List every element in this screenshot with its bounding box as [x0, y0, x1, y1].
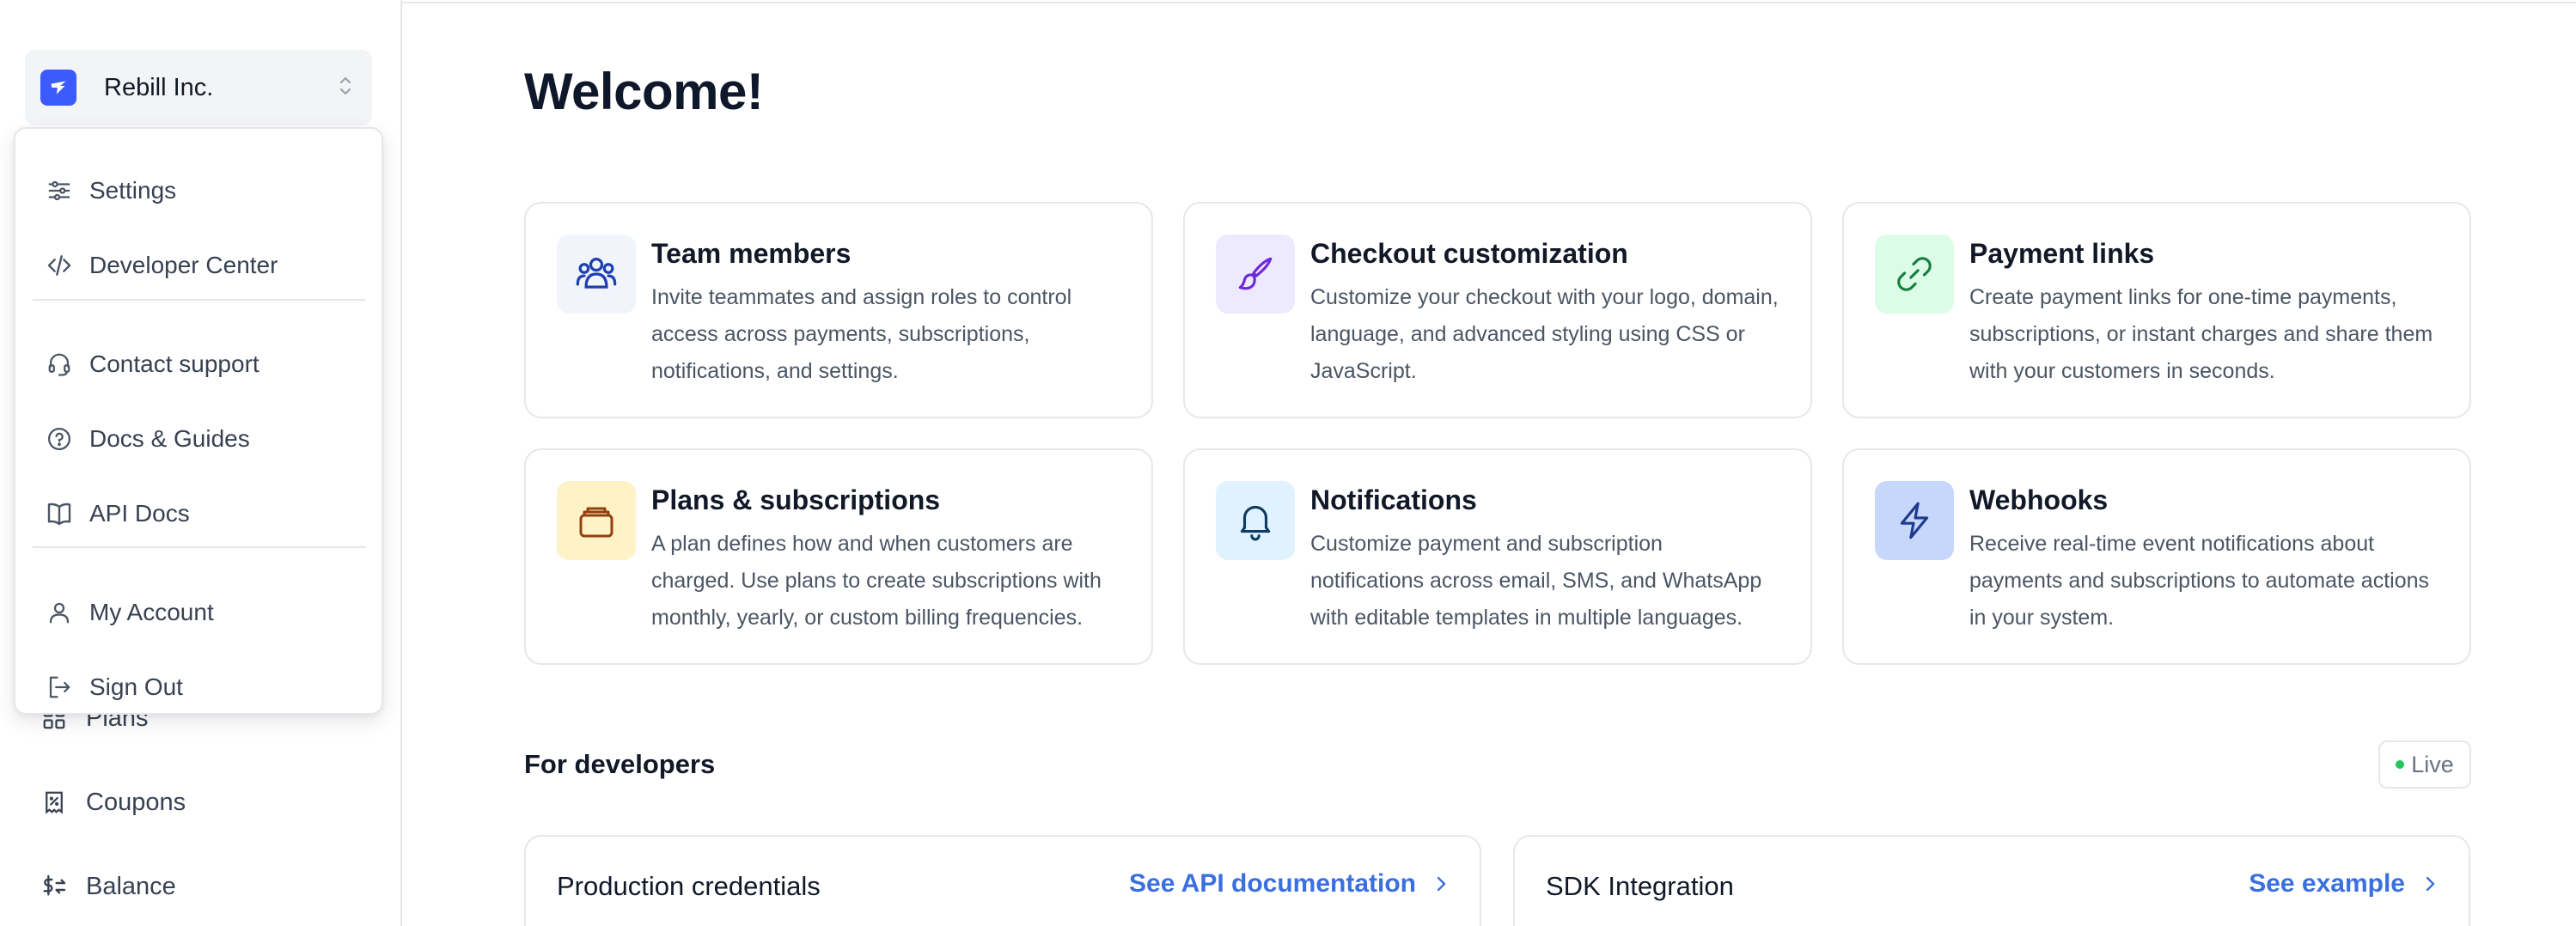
- menu-item-api-docs[interactable]: API Docs: [45, 488, 190, 539]
- card-description: A plan defines how and when customers ar…: [651, 532, 1102, 630]
- api-documentation-link[interactable]: See API documentation: [1129, 869, 1449, 899]
- sign-out-icon: [45, 673, 74, 702]
- chevron-up-down-icon: [338, 75, 353, 101]
- link-label: See API documentation: [1129, 869, 1416, 898]
- sidebar-item-coupons[interactable]: Coupons: [40, 777, 186, 828]
- badge-label: Live: [2411, 751, 2454, 777]
- users-icon: [557, 235, 636, 314]
- link-label: See example: [2249, 869, 2405, 898]
- dollar-exchange-icon: [40, 872, 69, 901]
- card-checkout-customization[interactable]: Checkout customization Customize your ch…: [1183, 202, 1812, 418]
- card-title: Checkout customization: [1310, 238, 1628, 269]
- sliders-icon: [45, 176, 74, 205]
- chevron-right-icon: [1433, 874, 1449, 893]
- card-team-members[interactable]: Team members Invite teammates and assign…: [524, 202, 1153, 418]
- menu-item-label: Docs & Guides: [89, 425, 250, 452]
- menu-item-sign-out[interactable]: Sign Out: [45, 661, 183, 713]
- menu-item-contact-support[interactable]: Contact support: [45, 338, 259, 390]
- sidebar-item-balance[interactable]: Balance: [40, 861, 176, 912]
- environment-badge[interactable]: Live: [2378, 740, 2471, 789]
- card-description: Invite teammates and assign roles to con…: [651, 285, 1072, 383]
- org-name: Rebill Inc.: [104, 73, 214, 101]
- menu-divider: [33, 299, 366, 301]
- sidebar-item-label: Coupons: [86, 788, 186, 816]
- stack-icon: [557, 481, 636, 560]
- help-circle-icon: [45, 424, 74, 454]
- menu-divider: [33, 546, 366, 548]
- menu-item-label: Contact support: [89, 350, 259, 377]
- card-webhooks[interactable]: Webhooks Receive real-time event notific…: [1842, 448, 2471, 665]
- dev-card-production-credentials: Production credentials See API documenta…: [524, 835, 1481, 926]
- dev-card-sdk-integration: SDK Integration See example: [1513, 835, 2470, 926]
- menu-item-my-account[interactable]: My Account: [45, 587, 214, 638]
- dev-card-title: SDK Integration: [1546, 871, 1734, 901]
- section-title: For developers: [524, 749, 716, 779]
- page-title: Welcome!: [524, 63, 764, 120]
- card-title: Payment links: [1969, 238, 2155, 269]
- card-title: Team members: [651, 238, 852, 269]
- card-description: Receive real-time event notifications ab…: [1969, 532, 2430, 630]
- menu-item-docs-guides[interactable]: Docs & Guides: [45, 413, 250, 465]
- dev-card-title: Production credentials: [557, 871, 821, 901]
- coupon-icon: [40, 788, 69, 817]
- menu-item-label: API Docs: [89, 500, 190, 527]
- menu-item-label: Settings: [89, 177, 177, 204]
- menu-item-label: Developer Center: [89, 252, 278, 278]
- headset-icon: [45, 350, 74, 379]
- card-title: Plans & subscriptions: [651, 484, 941, 515]
- card-payment-links[interactable]: Payment links Create payment links for o…: [1842, 202, 2471, 418]
- card-title: Notifications: [1310, 484, 1477, 515]
- code-icon: [45, 251, 74, 280]
- card-description: Customize your checkout with your logo, …: [1310, 285, 1779, 383]
- book-icon: [45, 499, 74, 528]
- card-description: Customize payment and subscription notifi…: [1310, 532, 1762, 630]
- card-title: Webhooks: [1969, 484, 2109, 515]
- menu-item-settings[interactable]: Settings: [45, 165, 176, 216]
- bell-icon: [1216, 481, 1295, 560]
- card-plans-subscriptions[interactable]: Plans & subscriptions A plan defines how…: [524, 448, 1153, 665]
- menu-item-label: My Account: [89, 599, 214, 625]
- card-description: Create payment links for one-time paymen…: [1969, 285, 2433, 383]
- see-example-link[interactable]: See example: [2249, 869, 2438, 899]
- org-logo-icon: [40, 70, 76, 106]
- lightning-icon: [1875, 481, 1954, 560]
- org-switcher[interactable]: Rebill Inc.: [25, 50, 372, 125]
- user-icon: [45, 598, 74, 627]
- menu-item-developer-center[interactable]: Developer Center: [45, 240, 278, 291]
- status-dot-icon: [2396, 760, 2405, 769]
- main-content: Welcome! Team members Invite teammates a…: [404, 0, 2576, 926]
- menu-item-label: Sign Out: [89, 673, 183, 700]
- chevron-right-icon: [2422, 874, 2438, 893]
- brush-icon: [1216, 235, 1295, 314]
- sidebar-item-label: Balance: [86, 872, 176, 900]
- org-dropdown-menu: Settings Developer Center Contact suppor…: [14, 127, 383, 715]
- card-notifications[interactable]: Notifications Customize payment and subs…: [1183, 448, 1812, 665]
- link-icon: [1875, 235, 1954, 314]
